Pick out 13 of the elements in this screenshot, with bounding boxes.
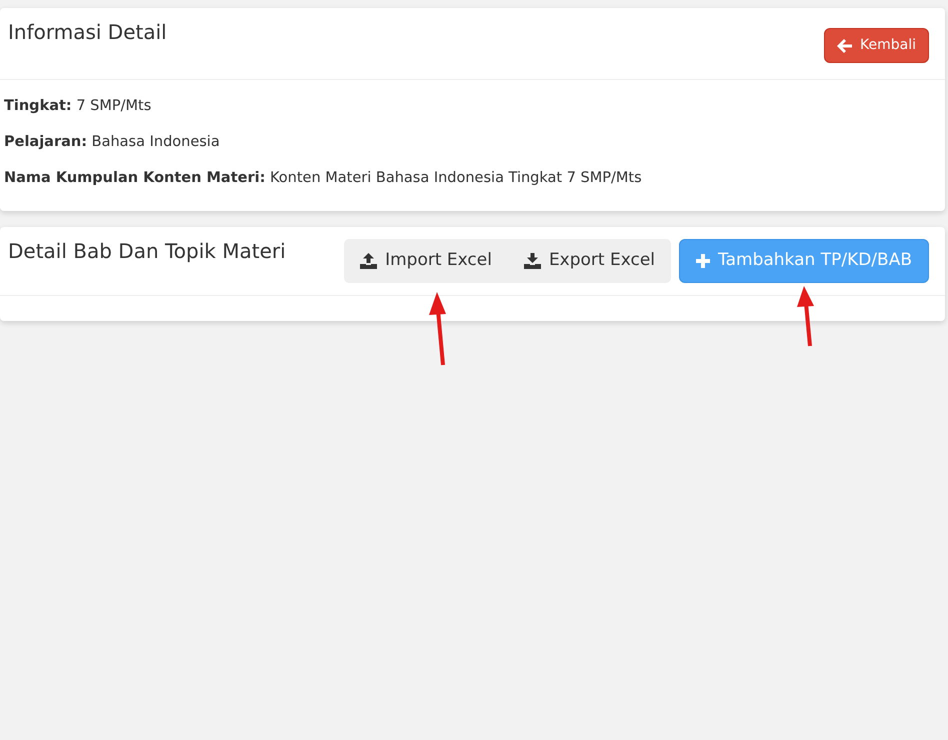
upload-icon	[360, 253, 378, 269]
arrow-left-icon	[837, 38, 852, 52]
card-title: Detail Bab Dan Topik Materi	[8, 239, 286, 264]
back-button[interactable]: Kembali	[824, 28, 929, 63]
plus-icon	[696, 254, 710, 268]
import-button[interactable]: Import Excel	[344, 239, 508, 283]
card-title: Informasi Detail	[8, 20, 167, 44]
detail-text: Pelajaran: Bahasa Indonesia	[4, 132, 221, 152]
export-button[interactable]: Export Excel	[508, 239, 672, 283]
annotation-arrow	[797, 286, 814, 346]
detail-text: Tingkat: 7 SMP/Mts	[4, 97, 152, 116]
download-icon	[524, 253, 541, 269]
detail-text: Nama Kumpulan Konten Materi: Konten Materi Bahasa Indonesia Tingkat 7 SMP/Mts	[4, 168, 643, 188]
